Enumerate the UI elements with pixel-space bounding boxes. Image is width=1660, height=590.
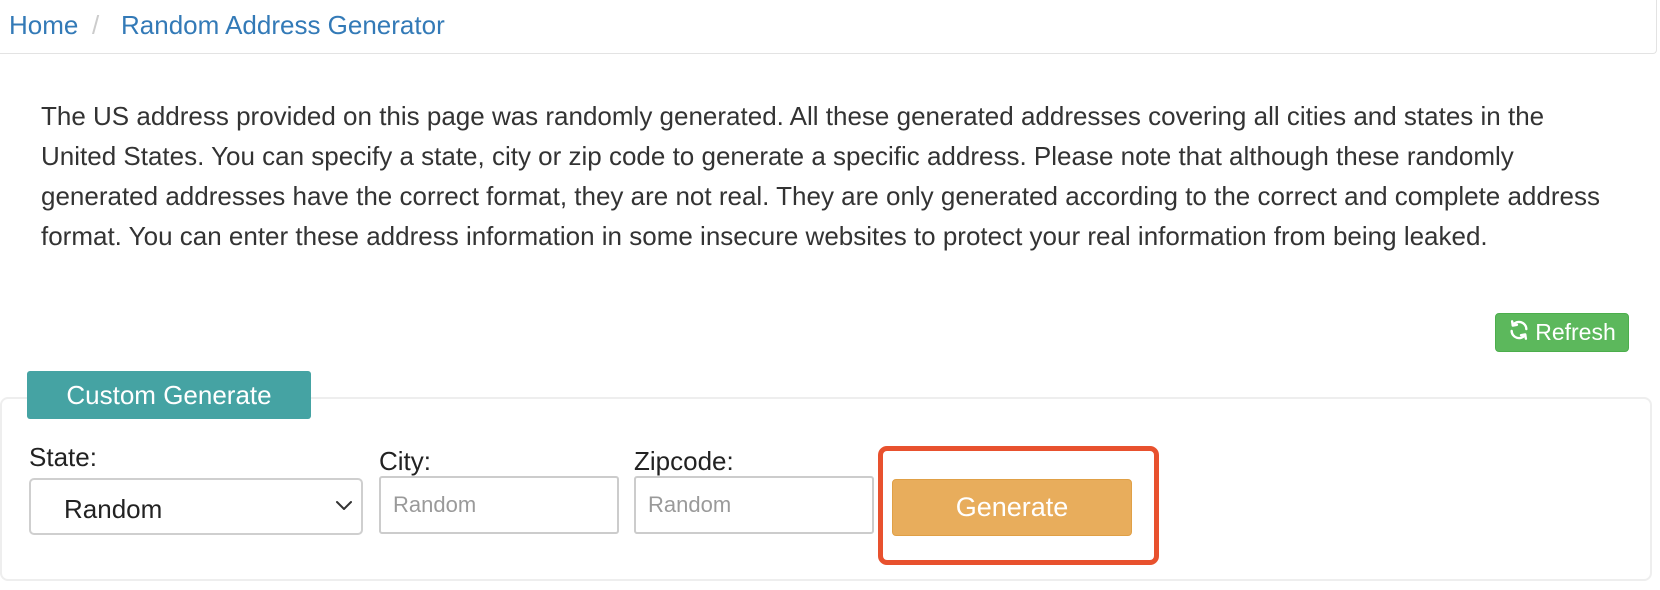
breadcrumb-home-link[interactable]: Home [9, 10, 78, 41]
city-label: City: [379, 446, 431, 476]
refresh-button[interactable]: Refresh [1495, 313, 1629, 352]
state-select-value: Random [64, 494, 163, 524]
custom-generate-tab[interactable]: Custom Generate [27, 371, 311, 419]
page-description: The US address provided on this page was… [41, 101, 1600, 251]
state-label: State: [29, 442, 97, 472]
breadcrumb-separator: / [92, 10, 100, 40]
breadcrumb-current-page[interactable]: Random Address Generator [121, 10, 445, 41]
refresh-icon [1508, 319, 1530, 347]
state-select[interactable]: Random [29, 478, 363, 535]
zipcode-input[interactable] [634, 476, 874, 534]
city-input[interactable] [379, 476, 619, 534]
chevron-down-icon [336, 501, 352, 510]
breadcrumb: Home / Random Address Generator [0, 0, 1657, 54]
generate-button[interactable]: Generate [892, 479, 1132, 536]
zipcode-label: Zipcode: [634, 446, 734, 476]
refresh-label: Refresh [1535, 319, 1616, 345]
